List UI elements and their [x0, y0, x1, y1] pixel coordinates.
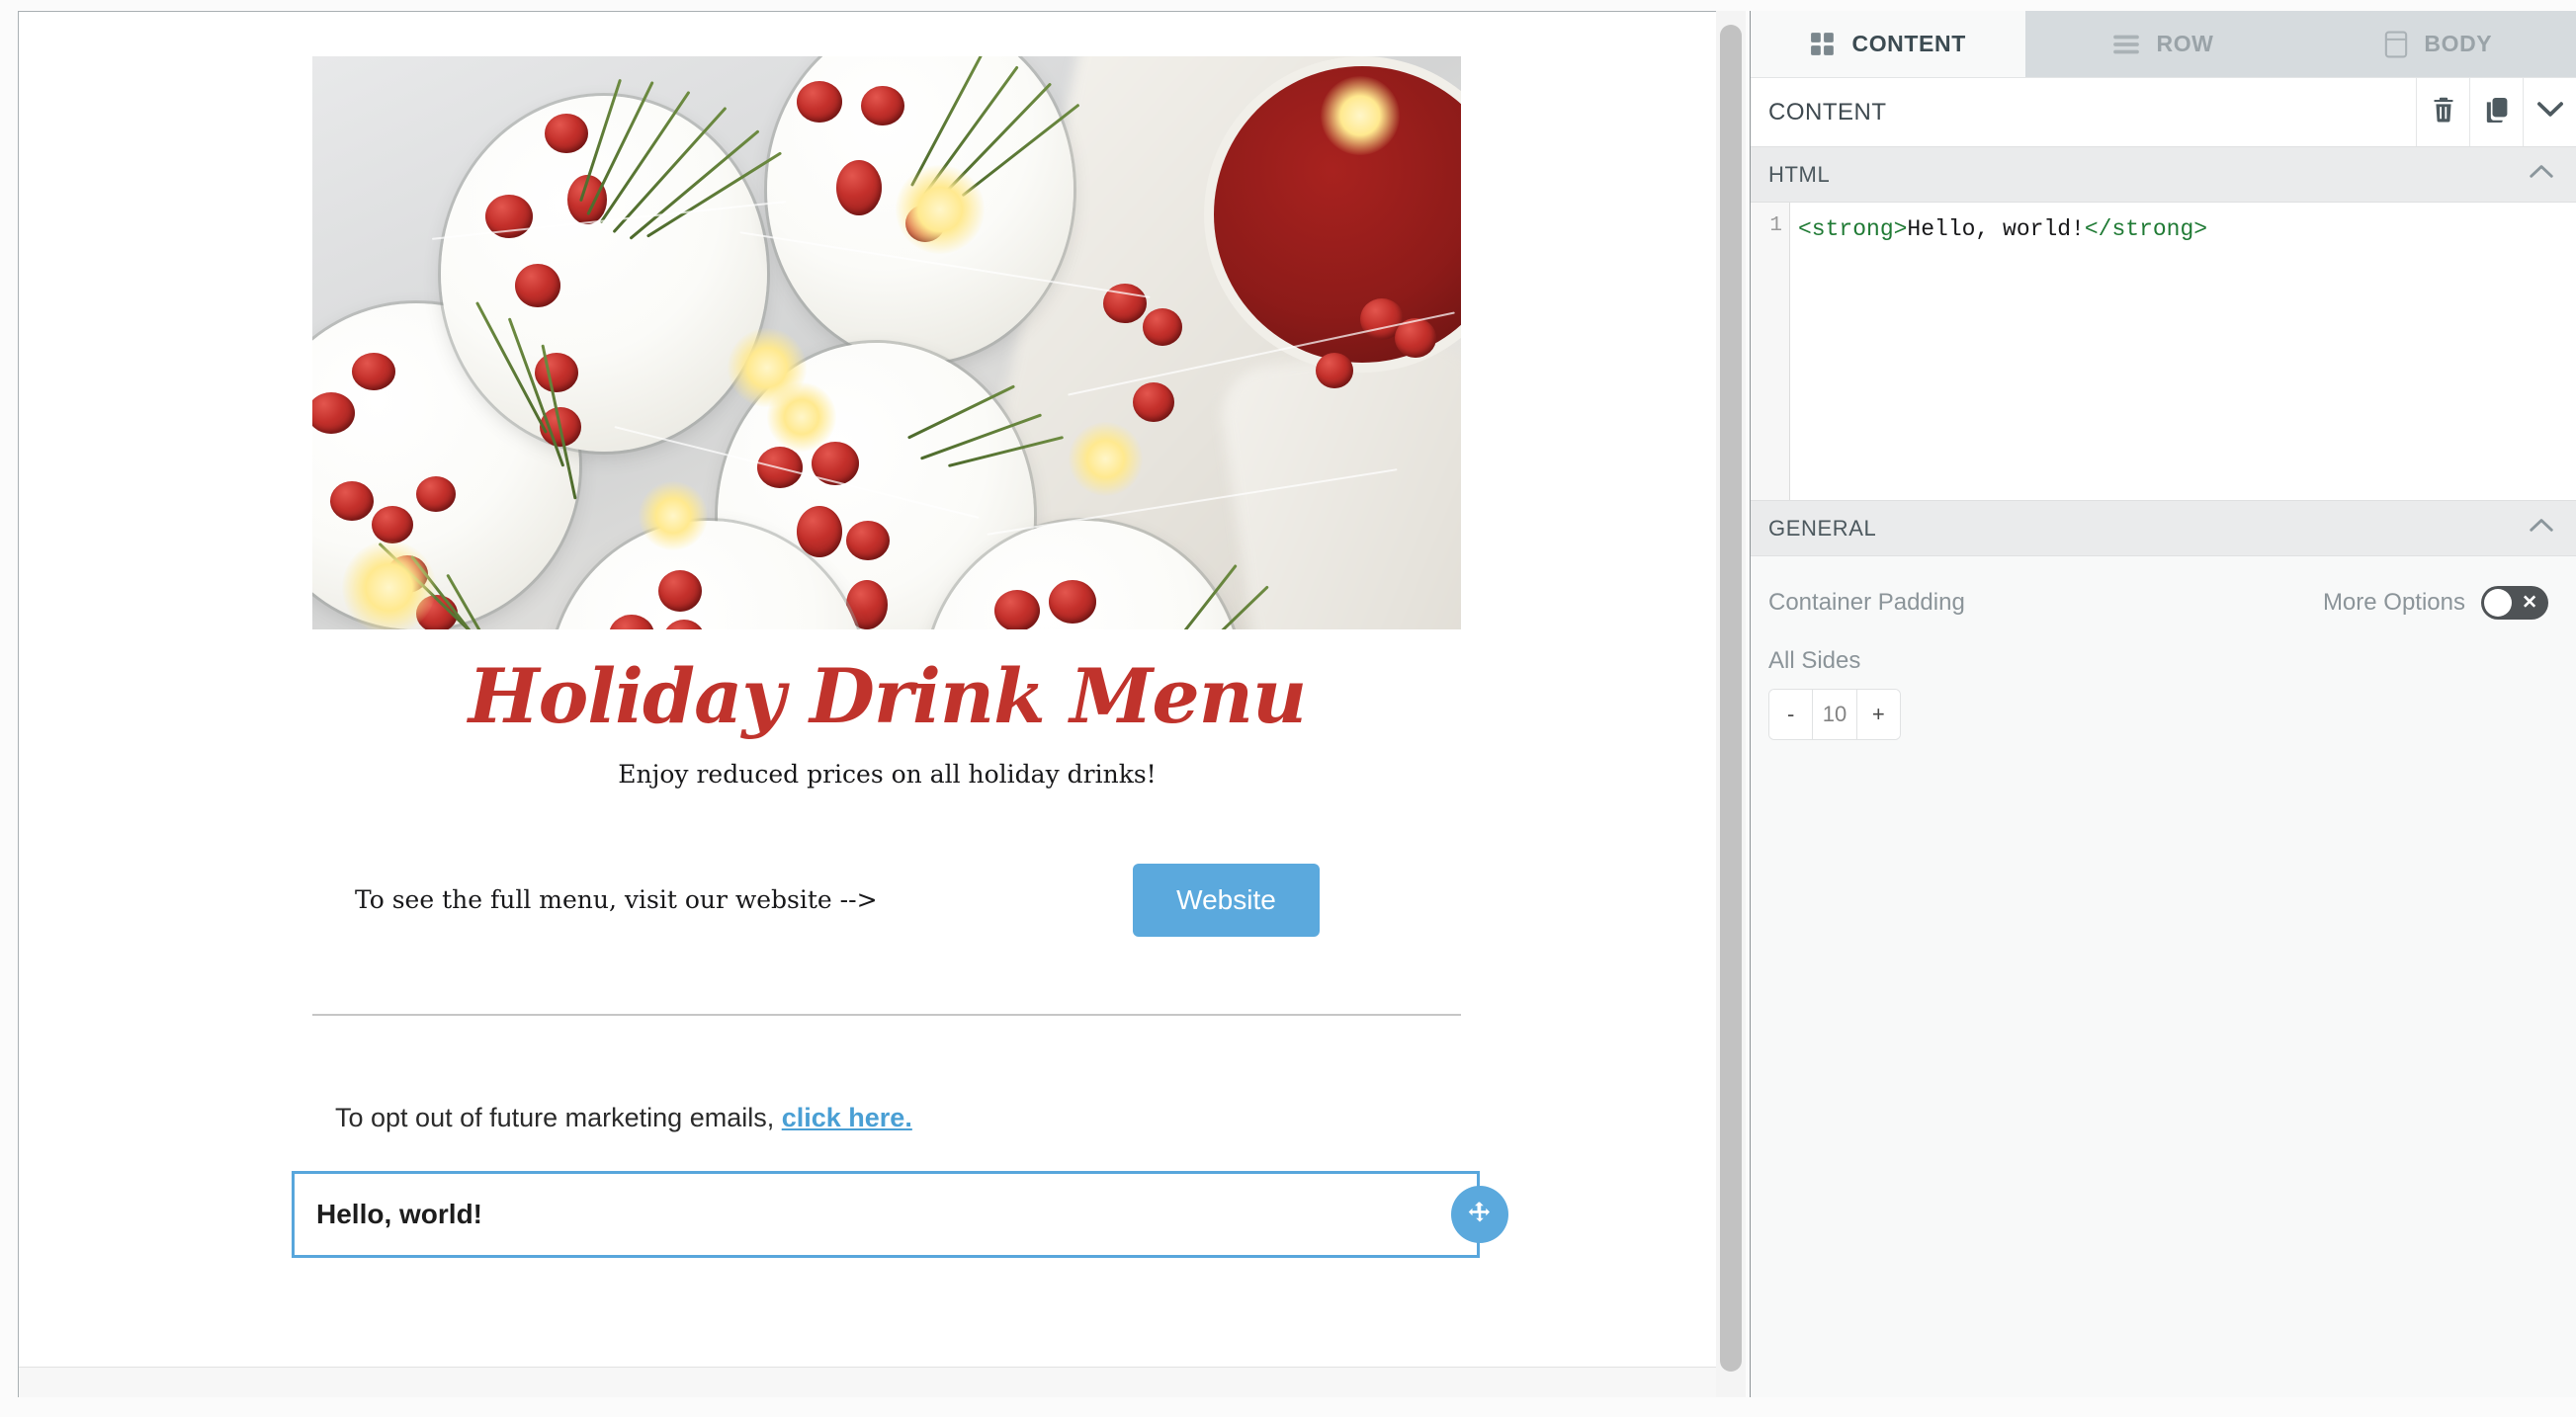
cranberry	[535, 353, 578, 392]
grid-icon	[1810, 32, 1836, 57]
rows-icon	[2112, 33, 2140, 56]
tab-row[interactable]: ROW	[2025, 11, 2300, 77]
toggle-knob	[2484, 589, 2512, 617]
optout-text[interactable]: To opt out of future marketing emails, c…	[335, 1103, 1483, 1133]
fairy-light	[342, 541, 436, 629]
section-general-label: GENERAL	[1768, 516, 1876, 542]
cranberry	[330, 481, 374, 521]
cranberry	[545, 114, 588, 153]
code-text: Hello, world!	[1907, 216, 2084, 242]
general-section-body: Container Padding More Options ✕ All Sid…	[1751, 556, 2576, 740]
email-subtitle-row: Enjoy reduced prices on all holiday drin…	[292, 738, 1483, 789]
chevron-down-icon	[2536, 100, 2564, 125]
content-block-header: CONTENT	[1751, 78, 2576, 147]
section-header-html[interactable]: HTML	[1751, 147, 2576, 203]
canvas-bottom-strip	[19, 1367, 1717, 1397]
html-code-editor[interactable]: 1 <strong>Hello, world!</strong>	[1751, 203, 2576, 501]
duplicate-content-button[interactable]	[2469, 78, 2523, 146]
tab-row-label: ROW	[2156, 31, 2213, 57]
padding-increment-button[interactable]: +	[1857, 690, 1900, 739]
cta-text[interactable]: To see the full menu, visit our website …	[355, 885, 904, 914]
cta-button-column: Website	[904, 864, 1483, 937]
more-options-group: More Options ✕	[2323, 586, 2548, 620]
cranberry	[797, 81, 842, 123]
cranberry	[416, 476, 456, 512]
fairy-light	[767, 382, 836, 452]
email-divider-row	[292, 937, 1483, 1016]
page-title[interactable]: Holiday Drink Menu	[292, 655, 1483, 738]
email-cta-row: To see the full menu, visit our website …	[292, 789, 1483, 937]
optout-text-label: To opt out of future marketing emails,	[335, 1103, 782, 1132]
cranberry	[1316, 353, 1353, 388]
delete-content-button[interactable]	[2416, 78, 2469, 146]
cranberry	[1049, 580, 1096, 624]
move-arrows-icon[interactable]	[1451, 1186, 1508, 1243]
email-canvas-scroll-area[interactable]: Holiday Drink Menu Enjoy reduced prices …	[19, 12, 1717, 1367]
optout-link[interactable]: click here.	[782, 1103, 912, 1132]
chevron-up-icon[interactable]	[2529, 163, 2554, 186]
email-builder-app: Holiday Drink Menu Enjoy reduced prices …	[0, 0, 2576, 1417]
cranberry	[861, 86, 904, 125]
trash-icon	[2432, 97, 2455, 127]
code-line-number: 1	[1769, 214, 1782, 237]
selected-block-text: Hello, world!	[316, 1199, 482, 1230]
padding-stepper: - 10 +	[1768, 689, 1901, 740]
content-header-title: CONTENT	[1751, 78, 2416, 146]
close-icon: ✕	[2522, 594, 2537, 613]
code-open-tag: <strong>	[1798, 216, 1907, 242]
fairy-light	[1321, 76, 1400, 155]
selected-content-block[interactable]: Hello, world!	[292, 1171, 1480, 1258]
section-header-general[interactable]: GENERAL	[1751, 501, 2576, 556]
code-close-tag: </strong>	[2085, 216, 2207, 242]
cta-text-column: To see the full menu, visit our website …	[292, 885, 904, 914]
cranberry	[658, 570, 702, 612]
drink-glass	[441, 96, 767, 452]
cranberry	[836, 160, 882, 215]
fairy-light	[896, 165, 985, 254]
cranberry	[515, 264, 560, 307]
cranberry	[352, 353, 395, 390]
tab-body[interactable]: BODY	[2301, 11, 2576, 77]
code-gutter: 1	[1751, 203, 1790, 500]
email-optout-row: To opt out of future marketing emails, c…	[292, 1016, 1483, 1133]
body-frame-icon	[2384, 31, 2408, 58]
copy-icon	[2485, 97, 2509, 127]
padding-value-input[interactable]: 10	[1812, 690, 1856, 739]
code-area[interactable]: <strong>Hello, world!</strong>	[1790, 203, 2576, 500]
tab-content-label: CONTENT	[1851, 31, 1965, 57]
email-canvas: Holiday Drink Menu Enjoy reduced prices …	[18, 11, 1718, 1397]
cranberry	[1133, 382, 1174, 422]
more-options-label: More Options	[2323, 589, 2465, 617]
container-padding-label: Container Padding	[1768, 589, 1965, 617]
collapse-content-button[interactable]	[2523, 78, 2576, 146]
properties-panel: CONTENT ROW	[1750, 11, 2576, 1397]
tab-content[interactable]: CONTENT	[1751, 11, 2025, 77]
panel-tab-bar: CONTENT ROW	[1751, 11, 2576, 78]
padding-decrement-button[interactable]: -	[1769, 690, 1812, 739]
tab-body-label: BODY	[2424, 31, 2492, 57]
cranberry	[994, 590, 1040, 629]
fairy-light	[639, 481, 708, 550]
cranberry	[372, 506, 413, 543]
website-button[interactable]: Website	[1133, 864, 1320, 937]
hero-image[interactable]	[312, 56, 1461, 629]
chevron-up-icon[interactable]	[2529, 517, 2554, 540]
email-selected-block-row: Hello, world!	[292, 1133, 1483, 1258]
email-title-row: Holiday Drink Menu	[292, 629, 1483, 738]
all-sides-label: All Sides	[1768, 620, 2548, 675]
email-subtitle[interactable]: Enjoy reduced prices on all holiday drin…	[292, 760, 1483, 789]
fairy-light	[1069, 422, 1143, 496]
canvas-scrollbar-thumb[interactable]	[1720, 25, 1742, 1372]
more-options-toggle[interactable]: ✕	[2481, 586, 2548, 620]
container-padding-row: Container Padding More Options ✕	[1768, 586, 2548, 620]
email-body-column: Holiday Drink Menu Enjoy reduced prices …	[292, 12, 1483, 1258]
cranberry	[1143, 308, 1182, 346]
cranberry	[846, 521, 890, 560]
cranberry	[797, 506, 842, 557]
email-image-row	[292, 12, 1483, 629]
section-html-label: HTML	[1768, 162, 1830, 188]
